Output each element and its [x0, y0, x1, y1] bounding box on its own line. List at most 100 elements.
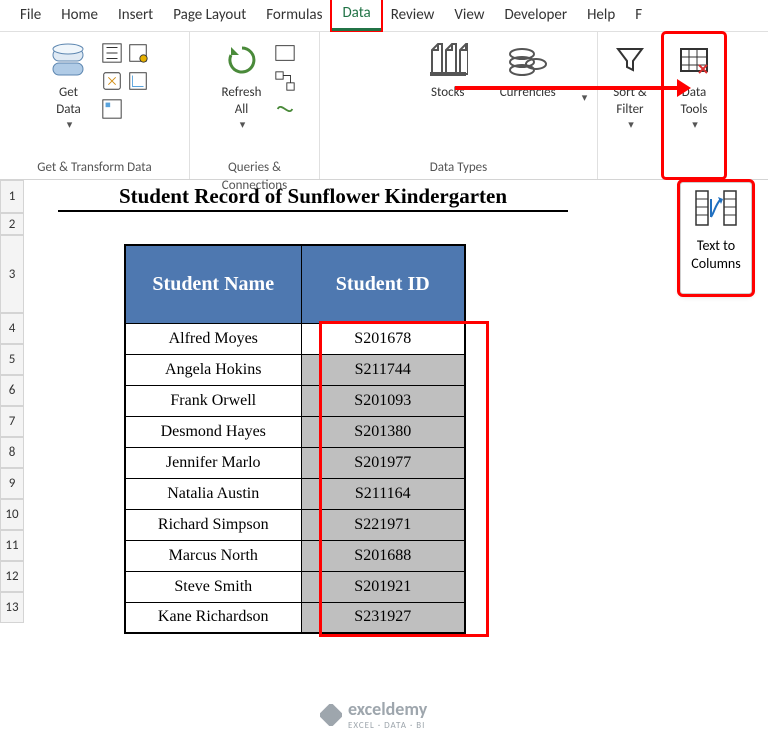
- row-header[interactable]: 6: [0, 375, 24, 406]
- header-student-name[interactable]: Student Name: [125, 245, 301, 323]
- cell-student-id[interactable]: S201921: [301, 571, 465, 602]
- cell-student-name[interactable]: Alfred Moyes: [125, 323, 301, 354]
- menu-file[interactable]: File: [10, 2, 51, 30]
- ribbon-group-datatypes: Stocks Currencies ▾ Data Types: [320, 32, 598, 179]
- data-tools-icon: [679, 38, 709, 82]
- transform-mini-icons[interactable]: [101, 36, 123, 120]
- chevron-down-icon: ▾: [67, 118, 73, 131]
- refresh-icon: [224, 38, 260, 82]
- group-label-tools: [668, 159, 720, 177]
- cell-student-name[interactable]: Jennifer Marlo: [125, 447, 301, 478]
- menu-review[interactable]: Review: [381, 2, 445, 30]
- table-row[interactable]: Angela HokinsS211744: [125, 354, 465, 385]
- menu-pagelayout[interactable]: Page Layout: [163, 2, 256, 30]
- row-header[interactable]: 1: [0, 180, 24, 213]
- menu-help[interactable]: Help: [577, 2, 625, 30]
- row-header[interactable]: 7: [0, 406, 24, 437]
- group-label-transform: Get & Transform Data: [6, 159, 183, 177]
- group-label-sort: [604, 159, 656, 177]
- cell-student-id[interactable]: S211744: [301, 354, 465, 385]
- row-header[interactable]: 2: [0, 213, 24, 235]
- cell-student-name[interactable]: Desmond Hayes: [125, 416, 301, 447]
- cell-student-name[interactable]: Frank Orwell: [125, 385, 301, 416]
- spreadsheet-grid: 12345678910111213 Student Record of Sunf…: [0, 180, 768, 634]
- get-data-icon: [50, 38, 88, 82]
- get-data-button[interactable]: GetData ▾: [41, 36, 97, 133]
- cell-student-id[interactable]: S231927: [301, 602, 465, 633]
- row-header[interactable]: 5: [0, 344, 24, 375]
- menu-developer[interactable]: Developer: [494, 2, 577, 30]
- cell-student-name[interactable]: Angela Hokins: [125, 354, 301, 385]
- get-data-label: GetData: [56, 82, 81, 118]
- chevron-down-icon: ▾: [240, 118, 246, 131]
- cell-student-id[interactable]: S211164: [301, 478, 465, 509]
- annotation-arrow: [455, 86, 685, 90]
- stocks-button[interactable]: Stocks: [420, 36, 476, 103]
- ribbon-group-datatools: DataTools ▾: [662, 32, 726, 179]
- row-header[interactable]: 3: [0, 235, 24, 313]
- watermark: exceldemy EXCEL · DATA · BI: [320, 698, 427, 731]
- sort-filter-button[interactable]: Sort &Filter ▾: [602, 36, 658, 133]
- menu-data[interactable]: Data: [332, 0, 380, 31]
- filter-icon: [615, 38, 645, 82]
- chevron-down-icon: ▾: [628, 118, 634, 131]
- watermark-brand: exceldemy: [348, 698, 427, 720]
- ribbon: GetData ▾ Get & Transform Data RefreshAl…: [0, 32, 768, 180]
- sheet-title: Student Record of Sunflower Kindergarten: [58, 184, 568, 212]
- table-row[interactable]: Marcus NorthS201688: [125, 540, 465, 571]
- cell-student-id[interactable]: S201688: [301, 540, 465, 571]
- table-row[interactable]: Desmond HayesS201380: [125, 416, 465, 447]
- currencies-icon: [508, 38, 548, 82]
- table-row[interactable]: Frank OrwellS201093: [125, 385, 465, 416]
- group-label-datatypes: Data Types: [326, 159, 591, 177]
- menu-insert[interactable]: Insert: [108, 2, 163, 30]
- queries-mini-icons[interactable]: [274, 36, 296, 120]
- cell-student-id[interactable]: S221971: [301, 509, 465, 540]
- menu-f[interactable]: F: [625, 2, 652, 30]
- table-row[interactable]: Jennifer MarloS201977: [125, 447, 465, 478]
- row-header[interactable]: 4: [0, 313, 24, 344]
- table-row[interactable]: Alfred MoyesS201678: [125, 323, 465, 354]
- ribbon-group-queries: RefreshAll ▾ Queries & Connections: [190, 32, 320, 179]
- row-header[interactable]: 13: [0, 592, 24, 623]
- table-body: Alfred MoyesS201678Angela HokinsS211744F…: [125, 323, 465, 633]
- menu-view[interactable]: View: [444, 2, 494, 30]
- menu-formulas[interactable]: Formulas: [256, 2, 332, 30]
- table-header-row: Student Name Student ID: [125, 245, 465, 323]
- ribbon-group-sortfilter: Sort &Filter ▾: [598, 32, 662, 179]
- cell-student-name[interactable]: Steve Smith: [125, 571, 301, 602]
- cell-student-name[interactable]: Marcus North: [125, 540, 301, 571]
- sheet-content[interactable]: Student Record of Sunflower Kindergarten…: [24, 180, 768, 634]
- cell-student-id[interactable]: S201977: [301, 447, 465, 478]
- cell-student-id[interactable]: S201380: [301, 416, 465, 447]
- header-student-id[interactable]: Student ID: [301, 245, 465, 323]
- table-row[interactable]: Kane RichardsonS231927: [125, 602, 465, 633]
- row-header[interactable]: 12: [0, 561, 24, 592]
- menubar: FileHomeInsertPage LayoutFormulasDataRev…: [0, 0, 768, 32]
- data-table: Student Name Student ID Alfred MoyesS201…: [124, 244, 466, 634]
- chevron-down-icon: ▾: [692, 118, 698, 131]
- row-header[interactable]: 11: [0, 530, 24, 561]
- cell-student-name[interactable]: Richard Simpson: [125, 509, 301, 540]
- currencies-label: Currencies: [500, 82, 556, 101]
- refresh-all-button[interactable]: RefreshAll ▾: [214, 36, 270, 133]
- row-header[interactable]: 10: [0, 499, 24, 530]
- menu-home[interactable]: Home: [51, 2, 108, 30]
- stocks-label: Stocks: [431, 82, 464, 101]
- datatypes-expand-icon[interactable]: ▾: [582, 91, 588, 104]
- cell-student-name[interactable]: Kane Richardson: [125, 602, 301, 633]
- data-tools-button[interactable]: DataTools ▾: [666, 36, 722, 133]
- row-headers: 12345678910111213: [0, 180, 24, 623]
- refresh-all-label: RefreshAll: [222, 82, 262, 118]
- ribbon-group-transform: GetData ▾ Get & Transform Data: [0, 32, 190, 179]
- transform-mini-icons-2[interactable]: [127, 36, 149, 92]
- cell-student-id[interactable]: S201093: [301, 385, 465, 416]
- table-row[interactable]: Natalia AustinS211164: [125, 478, 465, 509]
- row-header[interactable]: 8: [0, 437, 24, 468]
- table-row[interactable]: Richard SimpsonS221971: [125, 509, 465, 540]
- cell-student-name[interactable]: Natalia Austin: [125, 478, 301, 509]
- currencies-button[interactable]: Currencies: [496, 36, 560, 103]
- table-row[interactable]: Steve SmithS201921: [125, 571, 465, 602]
- cell-student-id[interactable]: S201678: [301, 323, 465, 354]
- row-header[interactable]: 9: [0, 468, 24, 499]
